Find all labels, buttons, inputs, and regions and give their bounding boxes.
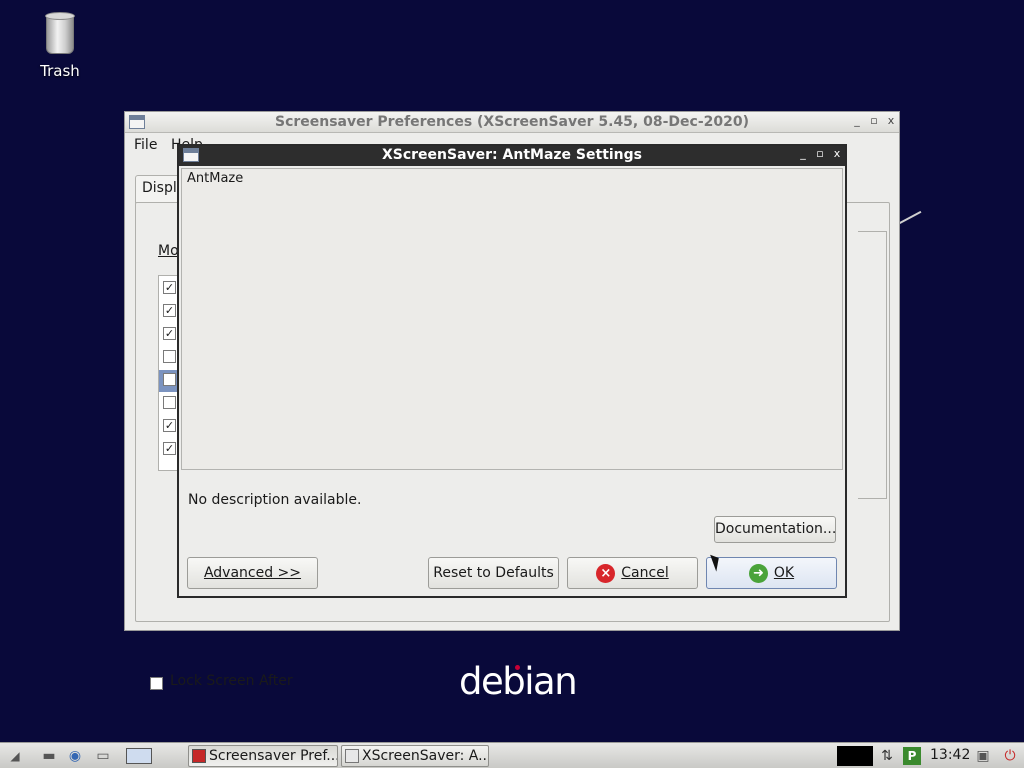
- clock[interactable]: 13:42: [930, 747, 970, 763]
- network-icon[interactable]: ⇅: [878, 747, 896, 765]
- workspace-switcher-icon[interactable]: [126, 748, 152, 764]
- ok-icon: ➜: [748, 563, 768, 583]
- task-label: XScreenSaver: A...: [362, 748, 489, 764]
- taskbar: ◢ ▬ ◉ ▭ Screensaver Pref... XScreenSaver…: [0, 742, 1024, 768]
- description-text: No description available.: [188, 492, 362, 508]
- close-button[interactable]: x: [884, 113, 898, 129]
- list-checkbox[interactable]: [163, 396, 176, 409]
- preview-frame: [858, 231, 887, 499]
- show-desktop-icon[interactable]: ▬: [40, 747, 58, 765]
- menu-file[interactable]: File: [134, 137, 157, 153]
- file-manager-icon[interactable]: ▭: [94, 747, 112, 765]
- list-checkbox[interactable]: ✓: [163, 281, 176, 294]
- advanced-button-label: Advanced >>: [203, 565, 302, 581]
- lock-screen-checkbox[interactable]: [150, 677, 163, 690]
- dialog-task-icon: [345, 749, 359, 763]
- debian-logo-dot: [515, 665, 520, 670]
- dialog-title-bar[interactable]: XScreenSaver: AntMaze Settings _ ▫ x: [179, 146, 845, 166]
- list-checkbox[interactable]: [163, 350, 176, 363]
- start-menu-icon[interactable]: ◢: [6, 747, 24, 765]
- ok-button[interactable]: ➜ OK: [706, 557, 837, 589]
- tray-black-area: [837, 746, 873, 766]
- reset-button-label: Reset to Defaults: [433, 565, 554, 581]
- dialog-close-button[interactable]: x: [830, 146, 844, 162]
- antmaze-settings-dialog: XScreenSaver: AntMaze Settings _ ▫ x Ant…: [177, 144, 847, 598]
- ok-button-label: OK: [773, 565, 795, 581]
- list-checkbox[interactable]: ✓: [163, 304, 176, 317]
- dialog-maximize-button[interactable]: ▫: [813, 146, 827, 162]
- documentation-button[interactable]: Documentation...: [714, 516, 836, 543]
- main-window-title: Screensaver Preferences (XScreenSaver 5.…: [274, 114, 750, 130]
- package-updates-icon[interactable]: P: [903, 747, 921, 765]
- list-checkbox[interactable]: ✓: [163, 442, 176, 455]
- desktop-line-decoration: [897, 210, 922, 225]
- lock-screen-label: Lock Screen After: [170, 673, 293, 689]
- desktop-trash[interactable]: Trash: [30, 12, 90, 80]
- task-label: Screensaver Pref...: [209, 748, 338, 764]
- list-checkbox[interactable]: ✓: [163, 419, 176, 432]
- trash-icon: [45, 12, 75, 54]
- web-browser-icon[interactable]: ◉: [66, 747, 84, 765]
- trash-label: Trash: [40, 62, 80, 80]
- advanced-button[interactable]: Advanced >>: [187, 557, 318, 589]
- hack-name-label: AntMaze: [187, 171, 244, 186]
- list-checkbox[interactable]: ✓: [163, 327, 176, 340]
- taskbar-task-antmaze-settings[interactable]: XScreenSaver: A...: [341, 745, 489, 767]
- power-icon[interactable]: ⏻: [1001, 747, 1019, 765]
- documentation-button-label: Documentation...: [715, 521, 837, 537]
- maximize-button[interactable]: ▫: [867, 113, 881, 129]
- screensaver-task-icon: [192, 749, 206, 763]
- cancel-button-label: Cancel: [621, 565, 669, 581]
- reset-to-defaults-button[interactable]: Reset to Defaults: [428, 557, 559, 589]
- cancel-icon: ×: [596, 563, 616, 583]
- taskbar-task-screensaver-prefs[interactable]: Screensaver Pref...: [188, 745, 338, 767]
- dialog-title: XScreenSaver: AntMaze Settings: [381, 147, 643, 163]
- tab-display-modes[interactable]: Display Modes: [135, 175, 183, 203]
- minimize-button[interactable]: _: [850, 113, 864, 129]
- cancel-button[interactable]: × Cancel: [567, 557, 698, 589]
- list-checkbox[interactable]: [163, 373, 176, 386]
- dialog-minimize-button[interactable]: _: [796, 146, 810, 162]
- main-title-bar[interactable]: Screensaver Preferences (XScreenSaver 5.…: [125, 112, 899, 133]
- settings-frame: AntMaze: [181, 168, 843, 470]
- screen-lock-icon[interactable]: ▣: [974, 747, 992, 765]
